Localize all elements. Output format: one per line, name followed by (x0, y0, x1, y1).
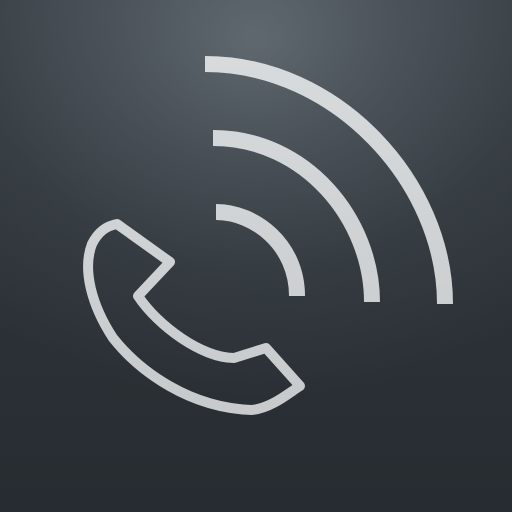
signal-waves (204, 56, 453, 305)
signal-wave-small (215, 204, 305, 297)
phone-call-signal-icon (83, 56, 453, 415)
app-icon[interactable] (0, 0, 512, 512)
phone-handset-icon (83, 219, 305, 415)
